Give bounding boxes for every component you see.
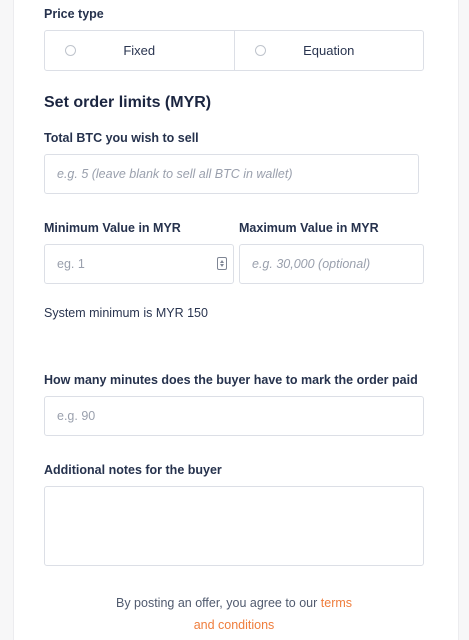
number-stepper-icon[interactable]: [217, 257, 227, 270]
max-value-placeholder: e.g. 30,000 (optional): [252, 257, 371, 271]
total-btc-placeholder: e.g. 5 (leave blank to sell all BTC in w…: [57, 167, 293, 181]
min-value-label: Minimum Value in MYR: [44, 221, 181, 235]
conditions-link[interactable]: and conditions: [194, 618, 275, 632]
terms-notice-text: By posting an offer, you agree to our: [115, 596, 318, 610]
max-value-label: Maximum Value in MYR: [239, 221, 379, 235]
price-type-fixed-option[interactable]: Fixed: [45, 31, 234, 70]
payment-window-placeholder: e.g. 90: [57, 409, 96, 423]
radio-icon[interactable]: [65, 44, 76, 56]
terms-notice: By posting an offer, you agree to our te…: [44, 592, 424, 636]
price-type-radio-group: Fixed Equation: [44, 30, 424, 71]
payment-window-input[interactable]: e.g. 90: [44, 396, 424, 436]
order-limits-title: Set order limits (MYR): [44, 94, 212, 111]
price-type-equation-option[interactable]: Equation: [233, 31, 424, 70]
total-btc-input[interactable]: e.g. 5 (leave blank to sell all BTC in w…: [44, 154, 419, 194]
radio-icon[interactable]: [254, 44, 266, 56]
buyer-notes-label: Additional notes for the buyer: [44, 463, 222, 477]
buyer-notes-textarea[interactable]: [44, 486, 424, 566]
min-value-placeholder: eg. 1: [57, 257, 85, 271]
price-type-label: Price type: [44, 7, 104, 21]
system-minimum-text: System minimum is MYR 150: [44, 306, 208, 320]
total-btc-label: Total BTC you wish to sell: [44, 131, 199, 145]
min-value-input[interactable]: eg. 1: [44, 244, 234, 284]
payment-window-label: How many minutes does the buyer have to …: [44, 373, 418, 387]
terms-link[interactable]: terms: [321, 596, 352, 610]
max-value-input[interactable]: e.g. 30,000 (optional): [239, 244, 424, 284]
